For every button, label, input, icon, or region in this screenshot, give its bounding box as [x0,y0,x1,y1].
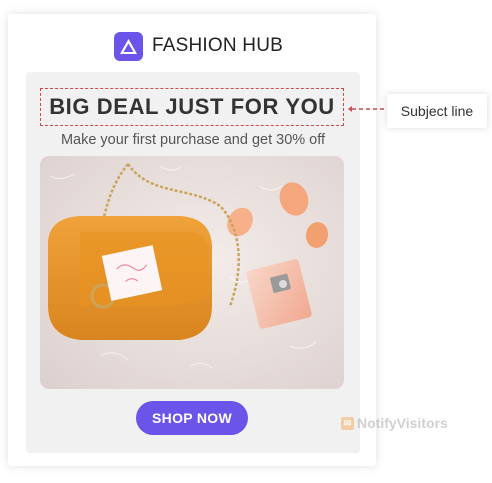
subject-line: BIG DEAL JUST FOR YOU [49,94,335,119]
subject-line-connector [348,106,386,112]
brand-header: FASHION HUB [114,31,283,61]
watermark-text: NotifyVisitors [357,415,448,431]
hero-image [40,156,344,389]
triangle-logo-icon [114,31,143,61]
subject-line-callout: Subject line [387,94,487,128]
shop-now-button[interactable]: SHOP NOW [136,401,248,435]
subject-line-highlight: BIG DEAL JUST FOR YOU [40,88,344,126]
brand-name: FASHION HUB [152,35,283,56]
watermark: ✉ NotifyVisitors [341,413,448,433]
notifyvisitors-logo-icon: ✉ [341,416,354,430]
email-subtitle: Make your first purchase and get 30% off [60,132,326,148]
